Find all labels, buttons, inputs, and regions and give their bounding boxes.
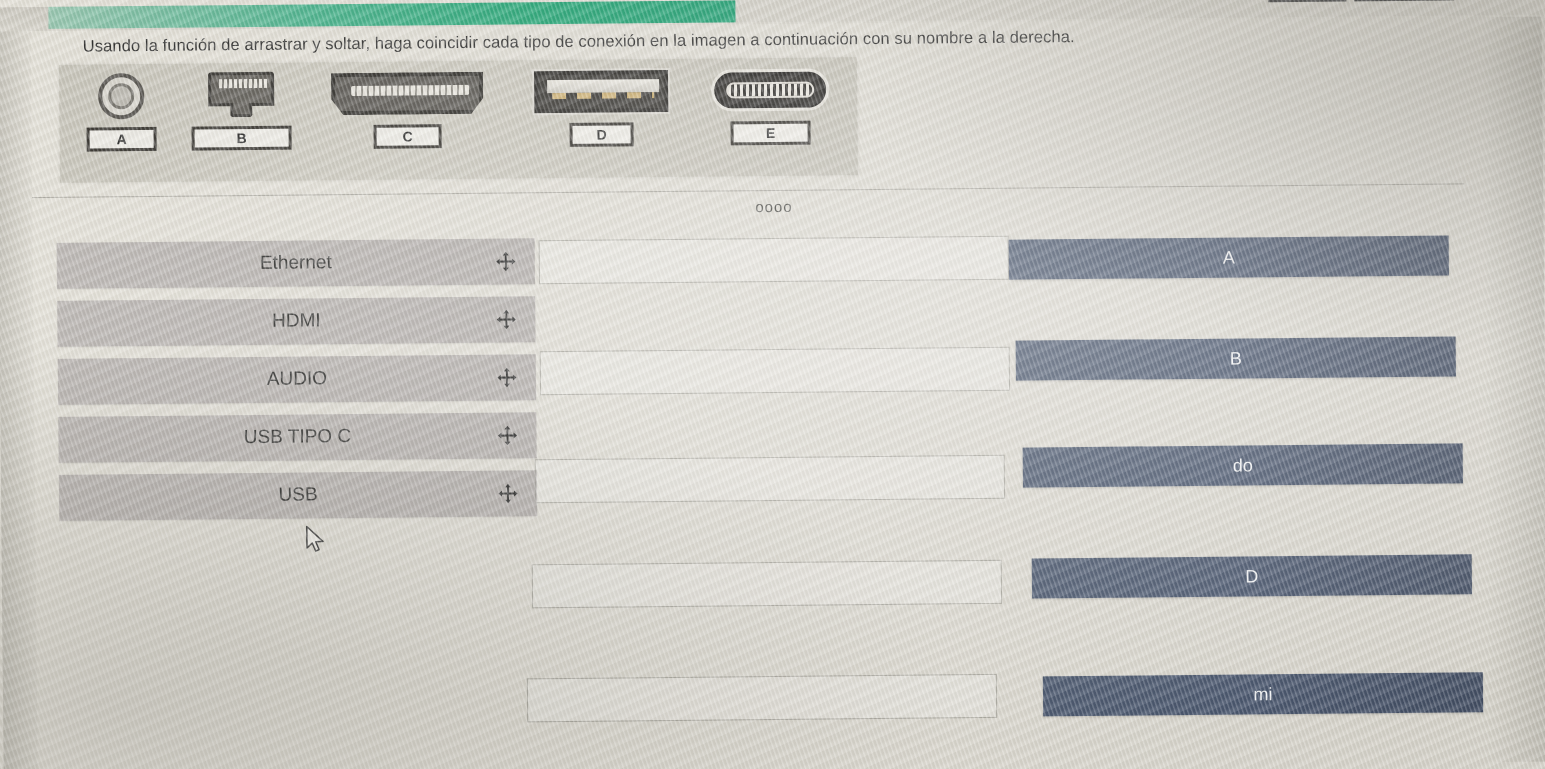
connector-b-tag: B <box>191 125 292 151</box>
instruction-text: Usando la función de arrastrar y soltar,… <box>82 28 1075 56</box>
answer-chip-do[interactable]: do <box>1022 443 1463 488</box>
connector-c: C <box>327 67 488 175</box>
mouse-pointer-icon <box>304 525 326 555</box>
connector-reference-image: A B C D E <box>58 57 858 183</box>
drag-item-usb-tipo-c[interactable]: USB TIPO C <box>58 412 537 463</box>
page-plane: Usando la función de arrastrar y soltar,… <box>0 0 1545 769</box>
connector-d: D <box>531 65 672 172</box>
usb-c-port-icon <box>709 63 831 116</box>
left-gutter <box>0 31 38 769</box>
drag-item-audio[interactable]: AUDIO <box>57 354 537 405</box>
drag-item-label: USB TIPO C <box>243 426 352 449</box>
audio-jack-icon <box>79 70 163 123</box>
drag-item-ethernet[interactable]: Ethernet <box>56 238 536 289</box>
drag-item-label: USB <box>278 484 318 506</box>
drag-item-label: AUDIO <box>266 368 328 390</box>
connector-e-tag: E <box>730 120 811 146</box>
drop-zone-4[interactable] <box>531 559 1003 609</box>
usb-a-port-icon <box>531 65 671 118</box>
hdmi-port-icon <box>327 67 487 121</box>
answer-chip-label: B <box>1229 347 1242 369</box>
move-arrows-icon[interactable] <box>495 250 517 272</box>
right-edge-shadow <box>1481 16 1545 763</box>
answer-chip-a[interactable]: A <box>1008 235 1449 280</box>
drop-zone-1[interactable] <box>538 235 1010 285</box>
ethernet-rj45-icon <box>187 69 295 122</box>
answer-chip-mi[interactable]: mi <box>1042 672 1484 717</box>
pagination-dots: oooo <box>755 198 793 217</box>
connector-b: B <box>187 69 296 176</box>
connector-e: E <box>709 63 832 170</box>
screenshot-photo: Usando la función de arrastrar y soltar,… <box>0 0 1545 769</box>
drop-zone-5[interactable] <box>526 673 998 723</box>
connector-a-tag: A <box>86 126 157 152</box>
connector-a: A <box>79 70 164 177</box>
drag-item-label: Ethernet <box>259 252 332 274</box>
answer-chip-label: do <box>1232 454 1253 476</box>
move-arrows-icon[interactable] <box>497 482 519 504</box>
move-arrows-icon[interactable] <box>496 366 518 388</box>
answer-chip-label: D <box>1245 565 1259 586</box>
answer-chip-label: mi <box>1253 683 1273 704</box>
move-arrows-icon[interactable] <box>495 308 517 330</box>
drag-item-label: HDMI <box>271 310 321 332</box>
answer-chip-label: A <box>1222 247 1235 268</box>
drop-zone-3[interactable] <box>534 454 1006 504</box>
drag-item-usb[interactable]: USB <box>58 470 538 521</box>
move-arrows-icon[interactable] <box>496 424 518 446</box>
connector-d-tag: D <box>569 122 634 147</box>
answer-chip-b[interactable]: B <box>1015 336 1456 381</box>
drop-zone-2[interactable] <box>539 346 1011 396</box>
drag-item-hdmi[interactable]: HDMI <box>57 296 536 347</box>
answer-chip-d[interactable]: D <box>1031 554 1473 599</box>
connector-c-tag: C <box>373 124 442 149</box>
section-divider <box>32 183 1465 199</box>
